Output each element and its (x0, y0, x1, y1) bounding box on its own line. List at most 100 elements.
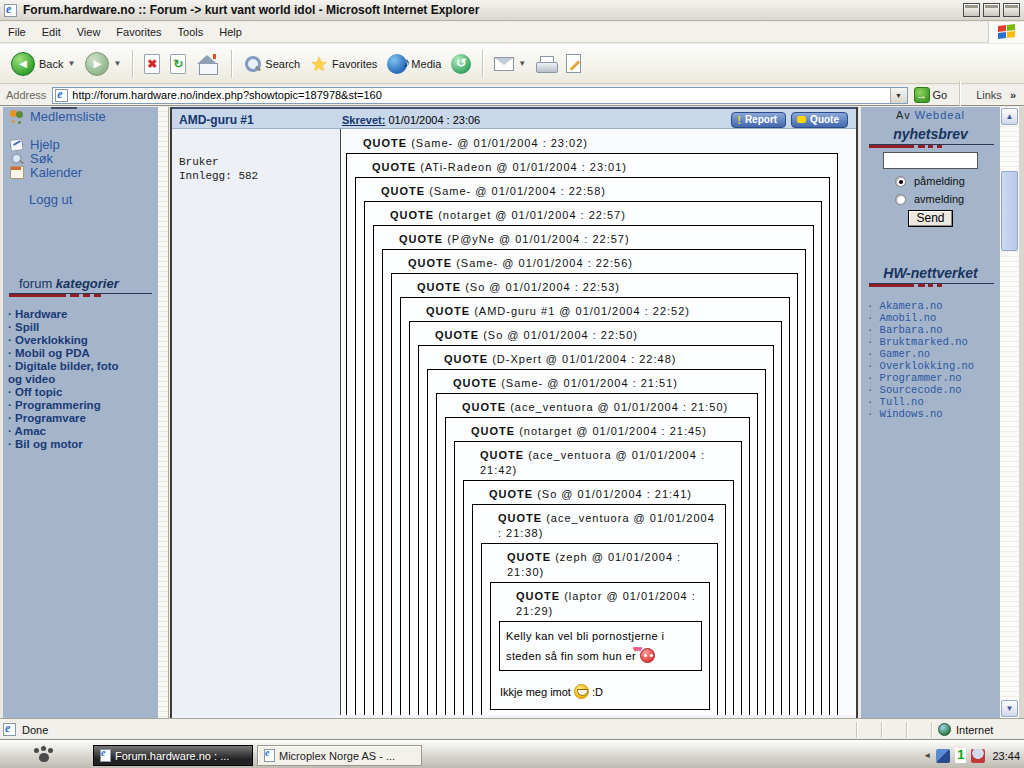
radio-avmelding[interactable] (895, 194, 906, 205)
menu-file[interactable]: File (0, 23, 34, 41)
send-button[interactable]: Send (908, 210, 952, 227)
menu-tools[interactable]: Tools (170, 23, 212, 41)
history-button[interactable]: ↺ (446, 54, 476, 74)
address-input[interactable]: http://forum.hardware.no/index.php?showt… (52, 87, 907, 104)
category-link[interactable]: Spill (8, 321, 132, 334)
post-author[interactable]: AMD-guru #1 (179, 113, 254, 127)
taskbar-task-active[interactable]: Forum.hardware.no : ... (93, 745, 253, 766)
internet-zone-icon (938, 723, 951, 736)
network-link[interactable]: Amobil.no (867, 312, 1000, 324)
quote-label: QUOTE (D-Xpert @ 01/01/2004 : 22:48) (444, 352, 770, 367)
newsletter-header: nyhetsbrev (861, 126, 1000, 142)
search-button[interactable]: Search (238, 55, 305, 73)
menu-edit[interactable]: Edit (34, 23, 69, 41)
newsletter-email-input[interactable] (883, 152, 978, 169)
maximize-button[interactable] (983, 3, 1000, 17)
network-link[interactable]: Tull.no (867, 396, 1000, 408)
address-bar: Address http://forum.hardware.no/index.p… (0, 85, 1024, 106)
network-link[interactable]: Sourcecode.no (867, 384, 1000, 396)
media-button[interactable]: Media (382, 54, 446, 74)
quote-label: QUOTE (ace_ventuora @ 01/01/2004 : 21:42… (480, 448, 738, 478)
menu-view[interactable]: View (69, 23, 109, 41)
radio-label: påmelding (914, 175, 965, 187)
scrollbar-thumb[interactable] (1001, 171, 1018, 251)
category-link[interactable]: Overklokking (8, 334, 132, 347)
quote-label: QUOTE (ace_ventuora @ 01/01/2004 : 21:50… (462, 400, 754, 415)
sidebar-item-hjelp[interactable]: Hjelp (3, 137, 158, 151)
wub-smiley (640, 648, 655, 663)
links-label[interactable]: Links (976, 89, 1002, 101)
system-tray: ◄ 1 23:44 (923, 745, 1020, 766)
close-button[interactable] (1003, 3, 1020, 17)
taskbar-task[interactable]: Microplex Norge AS - ... (257, 745, 422, 766)
sidebar-item-medlemsliste[interactable]: Medlemsliste (3, 109, 158, 123)
left-sidebar: MedlemslisteHjelpSøkKalenderLogg ut foru… (3, 107, 158, 718)
radio-option-påmelding: påmelding (895, 175, 1000, 187)
network-link[interactable]: Programmer.no (867, 372, 1000, 384)
quote-box: QUOTE (D-Xpert @ 01/01/2004 : 22:48) QUOT… (418, 345, 774, 715)
search-label: Search (265, 58, 300, 70)
vertical-scrollbar[interactable]: ▲ ▼ (1000, 107, 1019, 718)
favorites-button[interactable]: ★ Favorites (305, 55, 382, 73)
network-link[interactable]: Windows.no (867, 408, 1000, 420)
report-button[interactable]: !Report (731, 112, 786, 128)
back-button[interactable]: ◄ Back ▼ (6, 52, 80, 76)
menu-help[interactable]: Help (211, 23, 250, 41)
network-link[interactable]: Gamer.no (867, 348, 1000, 360)
radio-påmelding[interactable] (895, 176, 906, 187)
edit-button[interactable] (561, 54, 586, 73)
paw-icon[interactable] (33, 746, 55, 764)
category-link[interactable]: Programmering (8, 399, 132, 412)
webdeal-link[interactable]: Webdeal (915, 109, 965, 121)
quote-label: QUOTE (P@yNe @ 01/01/2004 : 22:57) (399, 232, 810, 247)
category-link[interactable]: Programvare (8, 412, 132, 425)
post-user-info: Bruker Innlegg: 582 (172, 129, 341, 715)
quote-box: QUOTE (Same- @ 01/01/2004 : 22:58)QUOTE … (355, 177, 830, 715)
taskbar: Forum.hardware.no : ... Microplex Norge … (0, 740, 1024, 768)
print-button[interactable] (531, 56, 561, 72)
category-link[interactable]: Hardware (8, 308, 132, 321)
radio-option-avmelding: avmelding (895, 193, 1000, 205)
network-link[interactable]: Bruktmarked.no (867, 336, 1000, 348)
minimize-button[interactable] (963, 3, 980, 17)
links-chevron-icon[interactable]: » (1010, 89, 1016, 101)
address-dropdown[interactable]: ▼ (890, 88, 907, 103)
right-sidebar: Av Webdeal nyhetsbrev påmeldingavmelding… (861, 107, 1000, 718)
tray-expand-icon[interactable]: ◄ (923, 751, 931, 760)
forward-button[interactable]: ► ▼ (80, 52, 126, 76)
mail-button[interactable]: ▼ (489, 57, 531, 71)
refresh-button[interactable]: ↻ (165, 54, 191, 74)
network-tray-icon[interactable] (936, 749, 950, 763)
forward-icon: ► (85, 52, 109, 76)
messenger-tray-icon[interactable] (971, 749, 985, 763)
scroll-up-button[interactable]: ▲ (1001, 108, 1018, 125)
back-dropdown-icon[interactable]: ▼ (67, 59, 75, 68)
menu-favorites[interactable]: Favorites (108, 23, 169, 41)
antivirus-tray-icon[interactable]: 1 (955, 748, 966, 763)
network-link[interactable]: Overklokking.no (867, 360, 1000, 372)
category-link[interactable]: Amac (8, 425, 132, 438)
stop-button[interactable]: ✖ (139, 54, 165, 74)
home-button[interactable] (191, 54, 225, 74)
history-icon: ↺ (451, 54, 471, 74)
category-link[interactable]: Digitale bilder, foto og video (8, 360, 132, 386)
quote-label: QUOTE (So @ 01/01/2004 : 21:41) (489, 487, 730, 502)
category-link[interactable]: Mobil og PDA (8, 347, 132, 360)
scroll-down-button[interactable]: ▼ (1001, 700, 1018, 717)
ie-doc-icon (264, 749, 275, 762)
go-button[interactable]: → Go (914, 87, 948, 103)
category-link[interactable]: Bil og motor (8, 438, 132, 451)
category-link[interactable]: Off topic (8, 386, 132, 399)
quote-box: QUOTE (laptor @ 01/01/2004 : 21:29)Kelly… (490, 582, 710, 710)
quote-box: QUOTE (notarget @ 01/01/2004 : 22:57)QUO… (364, 201, 822, 715)
report-icon: ! (737, 114, 741, 126)
sidebar-item-kalender[interactable]: Kalender (3, 165, 158, 179)
network-link[interactable]: Barbara.no (867, 324, 1000, 336)
sidebar-item-sk[interactable]: Søk (3, 151, 158, 165)
sidebar-item-loggut[interactable]: Logg ut (3, 192, 158, 206)
sidebar-item-label: Kalender (30, 165, 82, 180)
network-link[interactable]: Akamera.no (867, 300, 1000, 312)
quote-button[interactable]: Quote (791, 112, 848, 128)
ie-app-icon (4, 4, 17, 17)
browser-viewport: MedlemslisteHjelpSøkKalenderLogg ut foru… (0, 107, 1024, 718)
